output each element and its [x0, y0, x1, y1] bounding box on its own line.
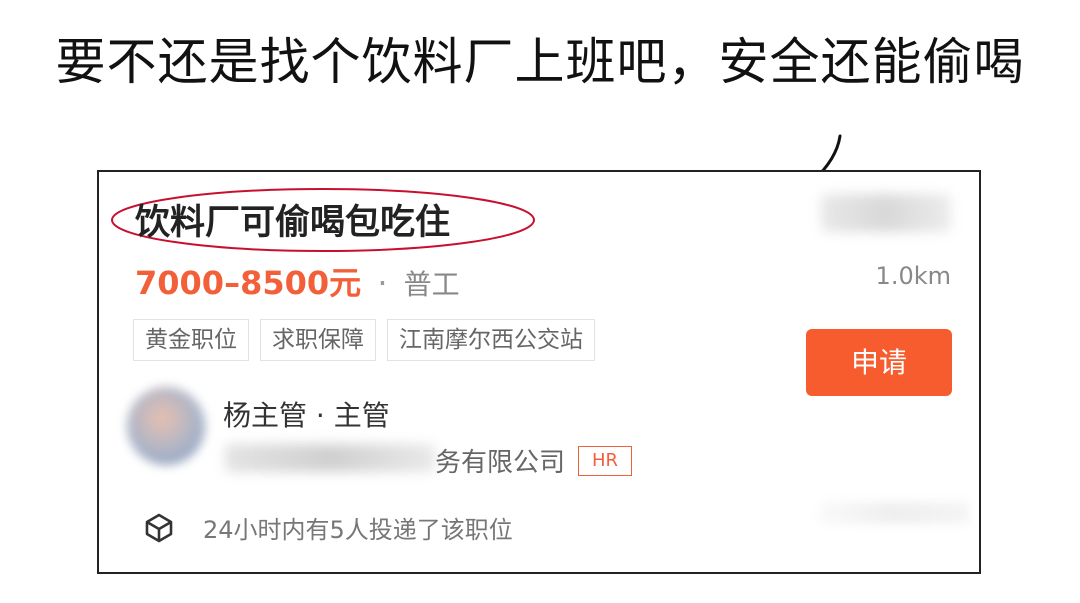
salary-row: 7000–8500元 · 普工	[135, 258, 460, 304]
blurred-company-name	[225, 444, 435, 472]
hr-badge: HR	[578, 446, 632, 476]
tag-list: 黄金职位 求职保障 江南摩尔西公交站	[133, 319, 595, 361]
job-title: 饮料厂可偷喝包吃住	[135, 203, 451, 243]
recruiter-name: 杨主管 · 主管	[223, 399, 390, 432]
company-name-suffix: 务有限公司	[435, 448, 566, 478]
apply-button[interactable]: 申请	[806, 329, 952, 396]
job-card[interactable]: 饮料厂可偷喝包吃住 7000–8500元 · 普工 1.0km 黄金职位 求职保…	[97, 170, 981, 574]
blurred-footer-detail	[819, 502, 969, 524]
cube-icon	[145, 513, 173, 543]
applicants-notice: 24小时内有5人投递了该职位	[203, 516, 513, 544]
tag-gold-position: 黄金职位	[133, 319, 249, 361]
blurred-company-label	[821, 194, 951, 232]
job-type: 普工	[403, 268, 460, 301]
distance: 1.0km	[875, 262, 951, 290]
separator-dot: ·	[377, 264, 388, 302]
avatar[interactable]	[127, 387, 205, 465]
tag-bus-stop: 江南摩尔西公交站	[387, 319, 595, 361]
salary: 7000–8500元	[135, 264, 362, 302]
tag-job-guarantee: 求职保障	[260, 319, 376, 361]
